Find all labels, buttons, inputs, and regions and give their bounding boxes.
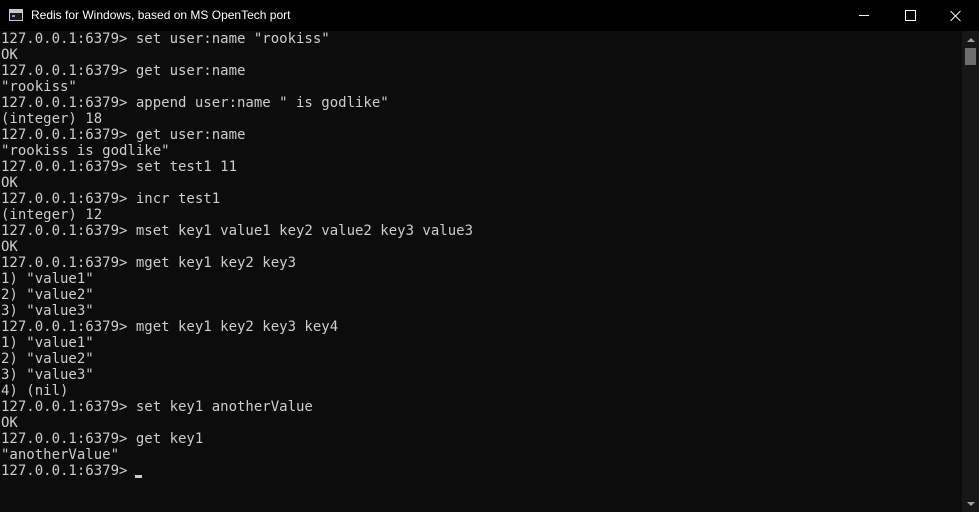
- scroll-down-button[interactable]: [962, 495, 979, 512]
- current-prompt: 127.0.0.1:6379>: [1, 463, 128, 479]
- scroll-up-button[interactable]: [962, 31, 979, 48]
- console-line: 127.0.0.1:6379> append user:name " is go…: [1, 95, 389, 111]
- console-line: 1) "value1": [1, 271, 94, 287]
- redis-console-window: Redis for Windows, based on MS OpenTech …: [0, 0, 979, 512]
- close-button[interactable]: [933, 0, 979, 31]
- console-line: (integer) 12: [1, 207, 103, 223]
- text-cursor: [135, 475, 143, 478]
- console-line: 127.0.0.1:6379> get user:name: [1, 127, 246, 143]
- console-line: 127.0.0.1:6379> set user:name "rookiss": [1, 31, 330, 47]
- console-line: 127.0.0.1:6379> set test1 11: [1, 159, 238, 175]
- console-line: 2) "value2": [1, 287, 94, 303]
- console-line: 127.0.0.1:6379> mset key1 value1 key2 va…: [1, 223, 474, 239]
- current-prompt-line[interactable]: 127.0.0.1:6379>: [0, 463, 962, 479]
- console-line: 127.0.0.1:6379> mget key1 key2 key3 key4: [1, 319, 339, 335]
- console-line: 127.0.0.1:6379> set key1 anotherValue: [1, 399, 313, 415]
- console-line: OK: [1, 415, 18, 431]
- console-line: (integer) 18: [1, 111, 103, 127]
- console-line: "rookiss": [1, 79, 77, 95]
- console-line: 1) "value1": [1, 335, 94, 351]
- console-line: 127.0.0.1:6379> get user:name: [1, 63, 246, 79]
- console-output[interactable]: 127.0.0.1:6379> set user:name "rookiss" …: [0, 31, 962, 512]
- vertical-scrollbar[interactable]: [962, 31, 979, 512]
- console-line: 127.0.0.1:6379> mget key1 key2 key3: [1, 255, 297, 271]
- console-line: 3) "value3": [1, 303, 94, 319]
- console-window-icon[interactable]: [9, 9, 23, 21]
- console-line: 4) (nil): [1, 383, 69, 399]
- console-line: "anotherValue": [1, 447, 120, 463]
- minimize-button[interactable]: [841, 0, 887, 31]
- console-line: "rookiss is godlike": [1, 143, 170, 159]
- arrow-down-icon: [966, 501, 975, 506]
- maximize-button[interactable]: [887, 0, 933, 31]
- console-line: 127.0.0.1:6379> get key1: [1, 431, 204, 447]
- scrollbar-thumb[interactable]: [965, 48, 976, 65]
- console-line: OK: [1, 175, 18, 191]
- console-line: 127.0.0.1:6379> incr test1: [1, 191, 221, 207]
- console-line: OK: [1, 239, 18, 255]
- close-icon: [950, 10, 962, 22]
- console-line: OK: [1, 47, 18, 63]
- title-bar[interactable]: Redis for Windows, based on MS OpenTech …: [0, 0, 979, 31]
- maximize-icon: [904, 10, 916, 21]
- console-line: 2) "value2": [1, 351, 94, 367]
- arrow-up-icon: [966, 37, 975, 42]
- console-line: 3) "value3": [1, 367, 94, 383]
- minimize-icon: [859, 15, 869, 16]
- window-title: Redis for Windows, based on MS OpenTech …: [31, 8, 291, 22]
